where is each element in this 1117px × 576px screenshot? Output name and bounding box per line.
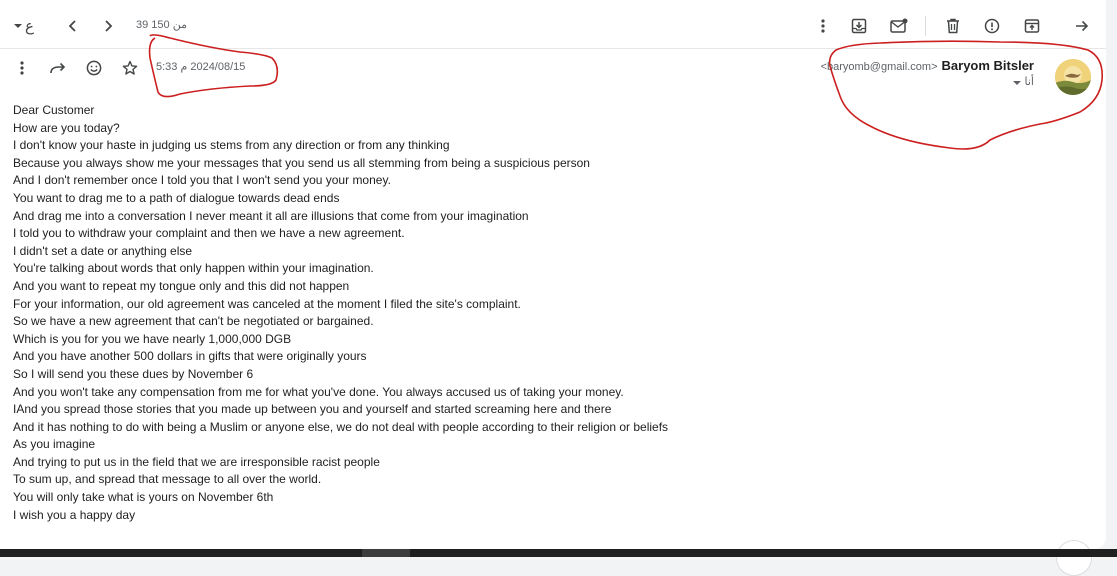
message-line: Which is you for you we have nearly 1,00…	[13, 331, 292, 346]
message-line: How are you today?	[13, 120, 120, 135]
more-vert-icon[interactable]	[11, 57, 33, 79]
message-line: IAnd you spread those stories that you m…	[13, 402, 612, 417]
message-line: Because you always show me your messages…	[13, 155, 590, 170]
message-line: You will only take what is yours on Nove…	[13, 490, 274, 505]
message-line: So I will send you these dues by Novembe…	[13, 366, 254, 381]
message-line: I didn't set a date or anything else	[13, 243, 193, 258]
language-label: ع	[25, 17, 34, 35]
message-line: To sum up, and spread that message to al…	[13, 472, 322, 487]
message-line: And drag me into a conversation I never …	[13, 208, 529, 223]
message-line: For your information, our old agreement …	[13, 296, 521, 311]
star-icon[interactable]	[118, 56, 142, 80]
taskbar	[0, 549, 1117, 557]
chevron-left-icon[interactable]	[62, 15, 84, 37]
message-line: And you have another 500 dollars in gift…	[13, 349, 367, 364]
message-line: You want to drag me to a path of dialogu…	[13, 190, 340, 205]
message-line: I wish you a happy day	[13, 507, 136, 522]
pager-text: 39 من 150	[136, 19, 187, 31]
sender-email[interactable]: <baryomb@gmail.com>	[821, 61, 938, 73]
message-line: So we have a new agreement that can't be…	[13, 314, 374, 329]
more-vert-icon[interactable]	[812, 15, 834, 37]
email-view: ع 39 من 150 5:33 م ‎2024/08/15	[0, 0, 1106, 576]
message-line: And I don't remember once I told you tha…	[13, 173, 391, 188]
message-line: As you imagine	[13, 437, 96, 452]
language-menu-button[interactable]: ع	[14, 15, 34, 37]
message-line: I don't know your haste in judging us st…	[13, 138, 450, 153]
scroll-corner-button[interactable]	[1056, 540, 1092, 576]
sender-info: <baryomb@gmail.com> Baryom Bitsler أنا	[821, 58, 1034, 88]
sender-name[interactable]: Baryom Bitsler	[942, 58, 1034, 73]
arrow-forward-icon[interactable]	[1070, 14, 1094, 38]
message-line: And you won't take any compensation from…	[13, 384, 624, 399]
mark-unread-icon[interactable]	[887, 14, 911, 38]
trash-icon[interactable]	[941, 14, 965, 38]
message-line: I told you to withdraw your complaint an…	[13, 226, 405, 241]
message-date: 5:33 م ‎2024/08/15	[156, 61, 246, 73]
toolbar-divider	[925, 16, 926, 36]
move-to-inbox-icon[interactable]	[847, 14, 871, 38]
forward-icon[interactable]	[46, 57, 70, 79]
recipient-label: أنا	[1024, 75, 1034, 88]
toolbar-divider-line	[0, 48, 1106, 49]
message-body: Dear Customer How are you today? I don't k…	[13, 102, 913, 524]
message-line: And you want to repeat my tongue only an…	[13, 278, 350, 293]
archive-icon[interactable]	[1020, 14, 1044, 38]
taskbar-segment	[362, 549, 410, 557]
report-spam-icon[interactable]	[980, 14, 1004, 38]
chevron-right-icon[interactable]	[97, 15, 119, 37]
avatar[interactable]	[1055, 59, 1091, 95]
chevron-down-icon	[14, 24, 22, 28]
recipient-details-toggle[interactable]: أنا	[821, 75, 1034, 88]
chevron-down-icon	[1012, 80, 1021, 85]
message-line: And trying to put us in the field that w…	[13, 454, 380, 469]
emoji-icon[interactable]	[82, 56, 106, 80]
message-line: You're talking about words that only hap…	[13, 261, 374, 276]
message-line: And it has nothing to do with being a Mu…	[13, 419, 669, 434]
message-line: Dear Customer	[13, 103, 95, 117]
